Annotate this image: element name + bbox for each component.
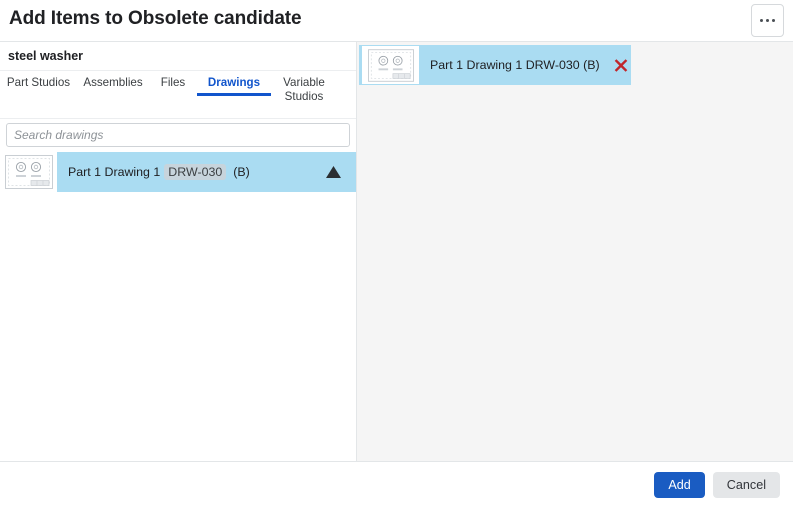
list-item-title: Part 1 Drawing 1 — [68, 165, 161, 179]
selected-items-panel: Part 1 Drawing 1 DRW-030 (B) — [357, 42, 793, 461]
drawing-sheet-thumbnail — [367, 48, 414, 82]
browse-panel: steel washer Part Studios Assemblies Fil… — [0, 42, 357, 461]
ellipsis-horizontal-icon — [760, 19, 763, 22]
ellipsis-horizontal-icon — [766, 19, 769, 22]
drawings-result-list: Part 1 Drawing 1 DRW-030 (B) — [0, 152, 356, 461]
tab-label: Part Studios — [6, 76, 71, 89]
add-items-dialog: Add Items to Obsolete candidate steel wa… — [0, 0, 793, 508]
element-type-tabs: Part Studios Assemblies Files Drawings V… — [0, 71, 356, 119]
ellipsis-horizontal-icon — [772, 19, 775, 22]
document-context-label: steel washer — [0, 42, 356, 71]
selected-item-chip[interactable]: Part 1 Drawing 1 DRW-030 (B) — [359, 45, 631, 85]
status-badge: DRW-030 — [164, 164, 227, 180]
tab-label: Drawings — [207, 76, 261, 89]
tab-assemblies[interactable]: Assemblies — [77, 71, 149, 90]
close-x-icon[interactable] — [613, 57, 643, 73]
dialog-body: steel washer Part Studios Assemblies Fil… — [0, 42, 793, 461]
search-container — [0, 119, 356, 152]
tab-label: Variable Studios — [283, 76, 325, 103]
thumbnail-cell — [362, 46, 419, 84]
triangle-up-icon[interactable] — [325, 165, 350, 179]
page-title: Add Items to Obsolete candidate — [9, 8, 302, 29]
search-input[interactable] — [6, 123, 350, 147]
tab-variable-studios[interactable]: Variable Studios — [271, 71, 337, 104]
more-options-button[interactable] — [751, 4, 784, 37]
tab-files[interactable]: Files — [149, 71, 197, 90]
dialog-header: Add Items to Obsolete candidate — [0, 0, 793, 42]
tab-part-studios[interactable]: Part Studios — [0, 71, 77, 90]
revision-label: (B) — [233, 165, 250, 179]
tab-active-underline — [197, 93, 271, 96]
tab-label: Files — [160, 76, 186, 89]
dialog-footer: Add Cancel — [0, 461, 793, 508]
add-button[interactable]: Add — [654, 472, 705, 498]
list-item[interactable]: Part 1 Drawing 1 DRW-030 (B) — [0, 152, 356, 192]
thumbnail-cell — [0, 152, 57, 192]
list-item-content: Part 1 Drawing 1 DRW-030 (B) — [57, 152, 356, 192]
tab-drawings[interactable]: Drawings — [197, 71, 271, 96]
tab-label: Assemblies — [83, 76, 143, 89]
cancel-button[interactable]: Cancel — [712, 472, 780, 498]
drawing-sheet-thumbnail — [4, 155, 53, 189]
document-name: steel washer — [8, 49, 84, 63]
selected-item-label: Part 1 Drawing 1 DRW-030 (B) — [430, 58, 600, 72]
